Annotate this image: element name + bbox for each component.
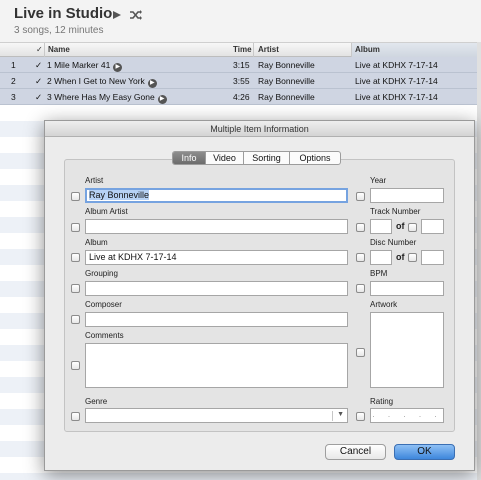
column-header-name[interactable]: Name xyxy=(48,45,70,54)
rating-dots: · · · · · xyxy=(372,411,442,421)
track-time: 4:26 xyxy=(233,92,250,102)
composer-checkbox[interactable] xyxy=(71,315,80,324)
scrollbar[interactable] xyxy=(477,42,481,480)
bpm-checkbox[interactable] xyxy=(356,284,365,293)
track-artist: Ray Bonneville xyxy=(258,92,315,102)
bpm-label: BPM xyxy=(370,269,388,278)
genre-checkbox[interactable] xyxy=(71,412,80,421)
track-checkbox[interactable]: ✓ xyxy=(35,60,42,71)
rating-checkbox[interactable] xyxy=(356,412,365,421)
bpm-field[interactable] xyxy=(370,281,444,296)
artist-label: Artist xyxy=(85,176,104,185)
disc-of-label: of xyxy=(396,252,405,262)
track-index: 2 xyxy=(11,76,16,86)
track-name: 1 Mile Marker 41 xyxy=(47,60,111,70)
track-number-label: Track Number xyxy=(370,207,421,216)
comments-label: Comments xyxy=(85,331,124,340)
album-artist-field[interactable] xyxy=(85,219,348,234)
track-album: Live at KDHX 7-17-14 xyxy=(355,92,438,102)
track-artist: Ray Bonneville xyxy=(258,60,315,70)
track-time: 3:15 xyxy=(233,60,250,70)
track-of-checkbox[interactable] xyxy=(408,223,417,232)
track-checkbox[interactable]: ✓ xyxy=(35,76,42,87)
comments-checkbox[interactable] xyxy=(71,361,80,370)
track-album: Live at KDHX 7-17-14 xyxy=(355,60,438,70)
album-label: Album xyxy=(85,238,108,247)
album-artist-label: Album Artist xyxy=(85,207,128,216)
table-row[interactable]: 3 ✓ 3 Where Has My Easy Gone ▶ 4:26 Ray B… xyxy=(0,89,481,105)
artist-checkbox[interactable] xyxy=(71,192,80,201)
disc-of-field[interactable] xyxy=(421,250,444,265)
table-header: ✓ Name Time Artist Album xyxy=(0,42,481,57)
column-header-check[interactable]: ✓ xyxy=(36,45,43,54)
play-circle-icon[interactable]: ▶ xyxy=(147,79,157,88)
play-circle-icon[interactable]: ▶ xyxy=(113,63,123,72)
track-list: 1 ✓ 1 Mile Marker 41 ▶ 3:15 Ray Bonnevill… xyxy=(0,57,481,105)
track-number-checkbox[interactable] xyxy=(356,223,365,232)
track-album: Live at KDHX 7-17-14 xyxy=(355,76,438,86)
year-label: Year xyxy=(370,176,387,185)
grouping-field[interactable] xyxy=(85,281,348,296)
tab-info[interactable]: Info xyxy=(173,152,206,164)
grouping-checkbox[interactable] xyxy=(71,284,80,293)
year-field[interactable] xyxy=(370,188,444,203)
track-index: 3 xyxy=(11,92,16,102)
album-subtitle: 3 songs, 12 minutes xyxy=(14,25,104,36)
album-checkbox[interactable] xyxy=(71,253,80,262)
genre-label: Genre xyxy=(85,397,108,406)
track-index: 1 xyxy=(11,60,16,70)
shuffle-icon[interactable] xyxy=(129,9,143,21)
album-artist-checkbox[interactable] xyxy=(71,223,80,232)
play-icon[interactable] xyxy=(112,10,122,20)
tab-video[interactable]: Video xyxy=(206,152,244,164)
disc-of-checkbox[interactable] xyxy=(408,253,417,262)
cancel-button[interactable]: Cancel xyxy=(325,444,386,460)
play-circle-icon[interactable]: ▶ xyxy=(157,95,167,104)
tab-sorting[interactable]: Sorting xyxy=(244,152,290,164)
dropdown-arrow-icon: ▼ xyxy=(337,411,344,418)
comments-field[interactable] xyxy=(85,343,348,388)
table-row[interactable]: 2 ✓ 2 When I Get to New York ▶ 3:55 Ray B… xyxy=(0,73,481,89)
track-artist: Ray Bonneville xyxy=(258,76,315,86)
composer-field[interactable] xyxy=(85,312,348,327)
track-number-field[interactable] xyxy=(370,219,392,234)
column-header-album[interactable]: Album xyxy=(355,45,380,54)
track-name: 2 When I Get to New York xyxy=(47,76,145,86)
track-of-label: of xyxy=(396,221,405,231)
grouping-label: Grouping xyxy=(85,269,118,278)
composer-label: Composer xyxy=(85,300,122,309)
artwork-well[interactable] xyxy=(370,312,444,388)
table-row[interactable]: 1 ✓ 1 Mile Marker 41 ▶ 3:15 Ray Bonnevill… xyxy=(0,57,481,73)
multiple-item-info-dialog: Multiple Item Information Info Video Sor… xyxy=(44,120,475,471)
album-title: Live in Studio xyxy=(14,5,113,22)
rating-field[interactable]: · · · · · xyxy=(370,408,444,423)
track-of-field[interactable] xyxy=(421,219,444,234)
info-panel: Artist Ray Bonneville Album Artist Album… xyxy=(64,159,455,432)
genre-select[interactable]: ▼ xyxy=(85,408,348,423)
track-checkbox[interactable]: ✓ xyxy=(35,92,42,103)
column-header-time[interactable]: Time xyxy=(233,45,252,54)
artwork-label: Artwork xyxy=(370,300,398,309)
album-field[interactable]: Live at KDHX 7-17-14 xyxy=(85,250,348,265)
rating-label: Rating xyxy=(370,397,394,406)
disc-number-field[interactable] xyxy=(370,250,392,265)
year-checkbox[interactable] xyxy=(356,192,365,201)
disc-number-checkbox[interactable] xyxy=(356,253,365,262)
tab-bar: Info Video Sorting Options xyxy=(172,151,341,165)
tab-options[interactable]: Options xyxy=(290,152,340,164)
artwork-checkbox[interactable] xyxy=(356,348,365,357)
track-name: 3 Where Has My Easy Gone xyxy=(47,92,155,102)
album-header: Live in Studio 3 songs, 12 minutes xyxy=(0,0,481,42)
column-header-artist[interactable]: Artist xyxy=(258,45,279,54)
artist-field[interactable]: Ray Bonneville xyxy=(85,188,348,203)
ok-button[interactable]: OK xyxy=(394,444,455,460)
disc-number-label: Disc Number xyxy=(370,238,417,247)
dialog-title: Multiple Item Information xyxy=(45,121,474,137)
track-time: 3:55 xyxy=(233,76,250,86)
